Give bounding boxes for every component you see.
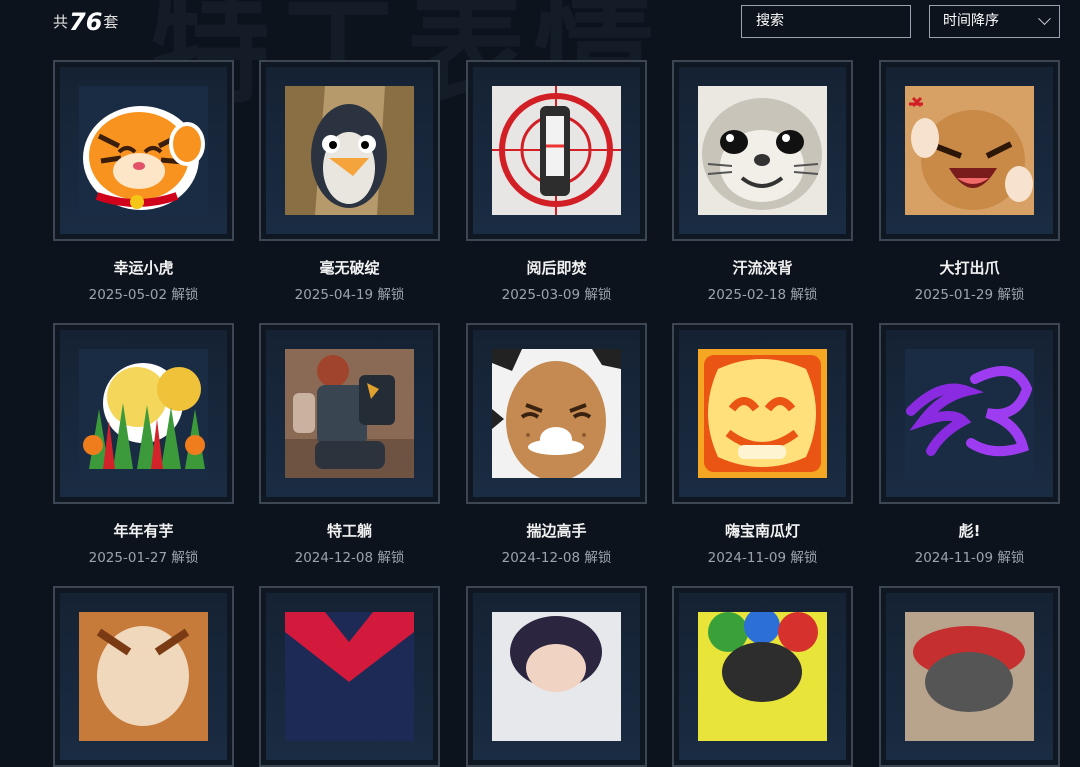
sticker-name: 大打出爪 (939, 259, 1000, 277)
sticker-card[interactable]: 年年有芋 2025-01-27 解锁 (53, 323, 234, 566)
sticker-name: 嗨宝南瓜灯 (724, 522, 800, 540)
sticker-card[interactable]: 彪! 2024-11-09 解锁 (879, 323, 1060, 566)
sticker-frame (53, 60, 234, 241)
sticker-date: 2024-12-08 解锁 (501, 550, 612, 566)
search-input[interactable]: 搜索 (741, 5, 911, 38)
sticker-card[interactable] (259, 586, 440, 767)
sticker-card[interactable]: 毫无破绽 2025-04-19 解锁 (259, 60, 440, 303)
sticker-card[interactable]: 揣边高手 2024-12-08 解锁 (466, 323, 647, 566)
sticker-card[interactable] (672, 586, 853, 767)
logo-sticker-icon (285, 612, 414, 741)
sticker-date: 2024-12-08 解锁 (294, 550, 405, 566)
tiger-sticker-icon (79, 86, 208, 215)
sticker-card[interactable]: 特工躺 2024-12-08 解锁 (259, 323, 440, 566)
colorful-sticker-icon (698, 612, 827, 741)
sticker-date: 2024-11-09 解锁 (707, 550, 818, 566)
sticker-date: 2025-03-09 解锁 (501, 287, 612, 303)
sticker-frame (259, 586, 440, 767)
sticker-name: 阅后即焚 (526, 259, 587, 277)
sticker-frame (259, 323, 440, 504)
sticker-card[interactable] (879, 586, 1060, 767)
purple-scribble-sticker-icon (905, 349, 1034, 478)
monkey-sticker-icon (79, 612, 208, 741)
girl-sticker-icon (492, 612, 621, 741)
agent-sticker-icon (285, 349, 414, 478)
sticker-frame (672, 60, 853, 241)
sticker-name: 特工躺 (326, 522, 372, 540)
sticker-frame (879, 323, 1060, 504)
sticker-frame (466, 60, 647, 241)
sticker-date: 2025-01-27 解锁 (88, 550, 199, 566)
seal-sticker-icon (698, 86, 827, 215)
sticker-frame (466, 323, 647, 504)
sticker-frame (672, 586, 853, 767)
sticker-frame (879, 586, 1060, 767)
sticker-frame (53, 586, 234, 767)
sort-dropdown[interactable]: 时间降序 (929, 5, 1060, 38)
sticker-name: 毫无破绽 (319, 259, 380, 277)
sticker-name: 年年有芋 (113, 522, 174, 540)
sticker-card[interactable]: 嗨宝南瓜灯 2024-11-09 解锁 (672, 323, 853, 566)
sticker-name: 彪! (958, 522, 981, 540)
sticker-card[interactable]: 大打出爪 2025-01-29 解锁 (879, 60, 1060, 303)
sort-label: 时间降序 (943, 13, 999, 29)
angry-cat-sticker-icon (905, 86, 1034, 215)
sticker-date: 2025-01-29 解锁 (914, 287, 1025, 303)
sticker-frame (466, 586, 647, 767)
penguin-sticker-icon (285, 86, 414, 215)
sticker-card[interactable] (466, 586, 647, 767)
sticker-card[interactable]: 汗流浃背 2025-02-18 解锁 (672, 60, 853, 303)
count-number: 76 (69, 8, 103, 36)
vegetables-sticker-icon (79, 349, 208, 478)
pumpkin-sticker-icon (698, 349, 827, 478)
chevron-down-icon (1038, 12, 1051, 26)
sticker-card[interactable]: 阅后即焚 2025-03-09 解锁 (466, 60, 647, 303)
sticker-date: 2025-02-18 解锁 (707, 287, 818, 303)
sticker-date: 2025-05-02 解锁 (88, 287, 199, 303)
count-prefix: 共 (53, 13, 69, 31)
hat-sticker-icon (905, 612, 1034, 741)
sticker-frame (879, 60, 1060, 241)
count-suffix: 套 (103, 13, 119, 31)
sticker-frame (672, 323, 853, 504)
sticker-frame (53, 323, 234, 504)
toolbar: 共76套 搜索 时间降序 (0, 0, 1080, 44)
sticker-name: 幸运小虎 (113, 259, 174, 277)
target-sticker-icon (492, 86, 621, 215)
sticker-card[interactable]: 幸运小虎 2025-05-02 解锁 (53, 60, 234, 303)
sticker-card[interactable] (53, 586, 234, 767)
sticker-name: 揣边高手 (526, 522, 587, 540)
sticker-date: 2024-11-09 解锁 (914, 550, 1025, 566)
total-count: 共76套 (53, 8, 118, 36)
potato-sticker-icon (492, 349, 621, 478)
sticker-frame (259, 60, 440, 241)
sticker-name: 汗流浃背 (732, 259, 793, 277)
sticker-date: 2025-04-19 解锁 (294, 287, 405, 303)
